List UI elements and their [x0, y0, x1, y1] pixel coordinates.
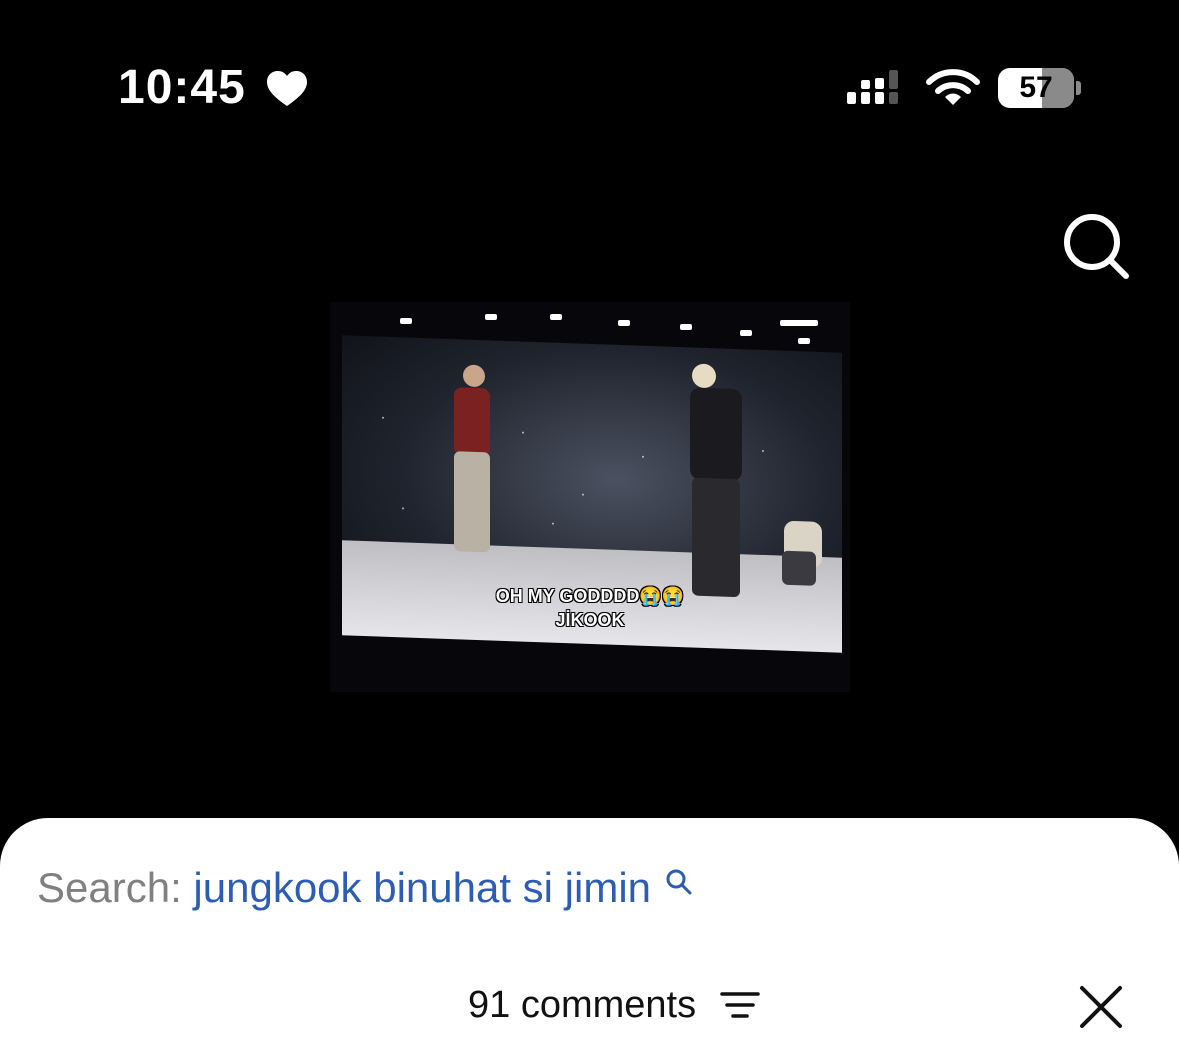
video-player[interactable]: OH MY GODDDD😭😭 JİKOOK — [330, 302, 850, 692]
comments-sheet: Search: jungkook binuhat si jimin 91 com… — [0, 818, 1179, 1062]
battery-icon: 57 — [998, 68, 1074, 108]
status-bar: 10:45 57 — [0, 0, 1179, 180]
battery-cap — [1076, 81, 1081, 95]
wifi-icon — [926, 69, 980, 105]
video-caption-line2: JİKOOK — [555, 610, 625, 630]
sort-icon[interactable] — [720, 988, 760, 1022]
comments-count: 91 comments — [468, 984, 697, 1026]
search-icon[interactable] — [1060, 210, 1132, 282]
status-time: 10:45 — [118, 61, 246, 114]
related-search[interactable]: Search: jungkook binuhat si jimin — [37, 864, 693, 912]
search-query-link[interactable]: jungkook binuhat si jimin — [193, 864, 651, 911]
heart-icon — [267, 71, 307, 106]
signal-icon — [847, 70, 898, 104]
search-label: Search: — [37, 864, 182, 911]
search-icon — [666, 869, 692, 895]
battery-level: 57 — [1019, 71, 1053, 104]
close-icon[interactable] — [1078, 984, 1124, 1030]
video-caption-line1: OH MY GODDDD😭😭 — [495, 586, 685, 606]
